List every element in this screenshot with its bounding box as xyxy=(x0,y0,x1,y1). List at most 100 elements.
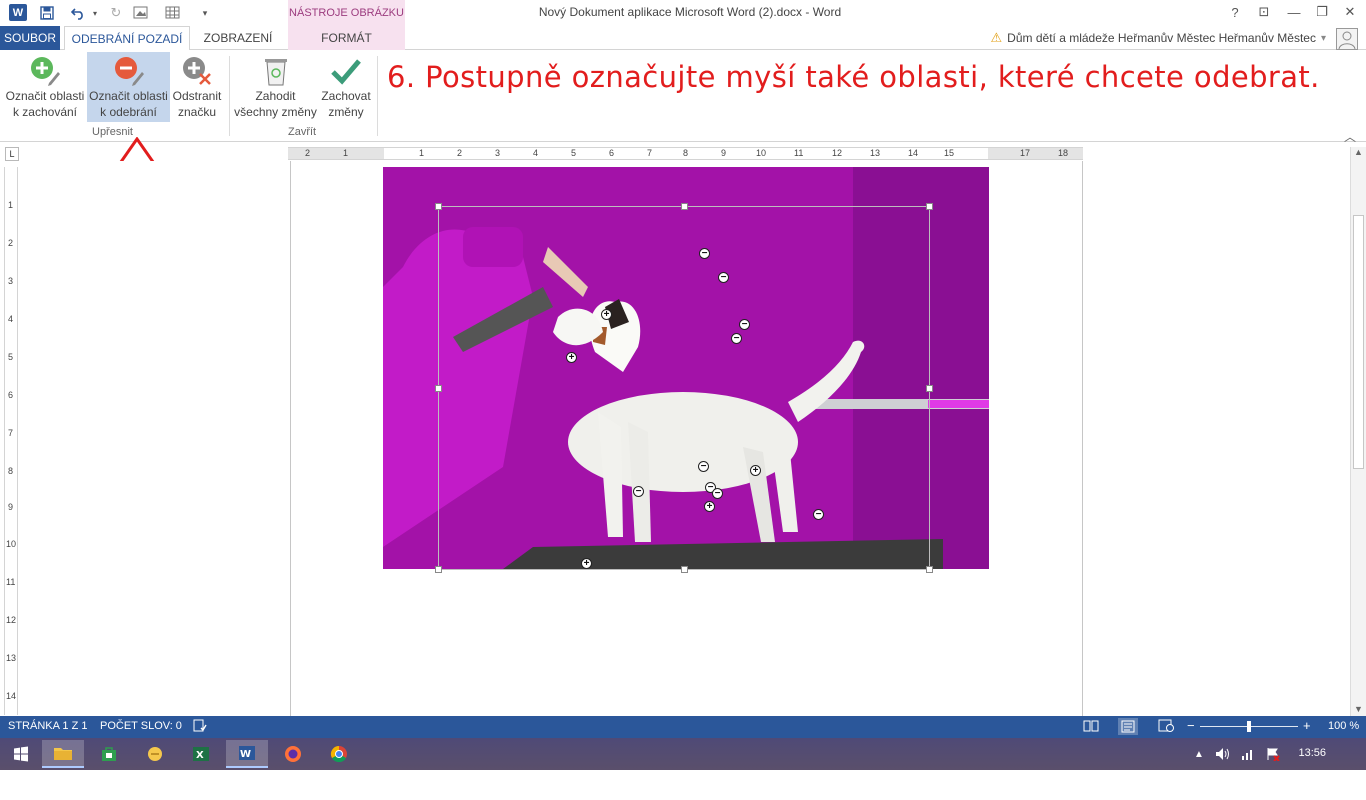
remove-mark-icon[interactable]: − xyxy=(712,488,723,499)
ruler-number: 13 xyxy=(870,148,881,158)
web-layout-icon[interactable] xyxy=(1158,719,1174,735)
save-icon[interactable] xyxy=(38,4,56,22)
help-button[interactable]: ? xyxy=(1224,3,1246,21)
scroll-down-icon[interactable]: ▼ xyxy=(1354,704,1363,714)
zoom-slider-thumb[interactable] xyxy=(1247,721,1251,732)
tab-selector[interactable]: L xyxy=(5,147,19,161)
ruler-number: 11 xyxy=(794,148,804,158)
firefox-icon[interactable] xyxy=(272,740,314,768)
ruler-number: 14 xyxy=(6,691,17,701)
selection-marquee[interactable] xyxy=(435,203,933,573)
status-bar: STRÁNKA 1 Z 1 POČET SLOV: 0 − + 100 % xyxy=(0,716,1366,738)
remove-mark-icon[interactable]: − xyxy=(699,248,710,259)
remove-mark-icon[interactable]: − xyxy=(731,333,742,344)
mark-areas-to-keep-button[interactable]: Označit oblasti k zachování xyxy=(4,52,86,122)
excel-icon[interactable]: X xyxy=(180,740,222,768)
taskbar-clock[interactable]: 13:56 xyxy=(1298,747,1326,759)
ruler-number: 8 xyxy=(8,466,14,476)
ruler-number: 3 xyxy=(495,148,501,158)
remove-mark-icon[interactable]: − xyxy=(633,486,644,497)
resize-handle[interactable] xyxy=(926,385,933,392)
table-icon[interactable] xyxy=(160,4,186,22)
ruler-number: 1 xyxy=(419,148,425,158)
ruler-number: 2 xyxy=(8,238,14,248)
show-hidden-icons-icon[interactable]: ▲ xyxy=(1189,740,1209,768)
ruler-number: 6 xyxy=(609,148,615,158)
avatar[interactable] xyxy=(1336,28,1358,50)
ruler-number: 7 xyxy=(8,428,14,438)
remove-mark-icon[interactable]: − xyxy=(813,509,824,520)
tab-remove-background[interactable]: ODEBRÁNÍ POZADÍ xyxy=(64,26,190,51)
ruler-number: 2 xyxy=(457,148,463,158)
remove-mark-icon[interactable]: − xyxy=(739,319,750,330)
picture-icon[interactable] xyxy=(128,4,154,22)
keep-mark-icon[interactable]: + xyxy=(566,352,577,363)
ruler-number: 10 xyxy=(6,539,17,549)
svg-text:W: W xyxy=(240,749,251,760)
vertical-scrollbar[interactable]: ▲ ▼ xyxy=(1350,147,1366,716)
close-button[interactable]: ✕ xyxy=(1339,3,1361,21)
ruler-number: 6 xyxy=(8,390,14,400)
resize-handle[interactable] xyxy=(926,566,933,573)
resize-handle[interactable] xyxy=(681,566,688,573)
keep-mark-icon[interactable]: + xyxy=(581,558,592,569)
network-icon[interactable] xyxy=(1237,740,1259,768)
tab-file[interactable]: SOUBOR xyxy=(0,26,60,50)
tab-view[interactable]: ZOBRAZENÍ xyxy=(196,26,280,50)
redo-icon[interactable]: ↻ xyxy=(106,4,126,22)
ribbon-display-options-button[interactable]: ⊡ xyxy=(1253,3,1275,21)
undo-dropdown-icon[interactable]: ▾ xyxy=(91,4,99,22)
vertical-ruler[interactable]: 1 2 3 4 5 6 7 8 9 10 11 12 13 14 xyxy=(4,167,18,715)
sticky-notes-icon[interactable] xyxy=(134,740,176,768)
collapse-ribbon-icon[interactable]: ︿ xyxy=(1344,128,1356,145)
remove-mark-icon[interactable]: − xyxy=(718,272,729,283)
undo-icon[interactable] xyxy=(66,4,92,22)
minimize-button[interactable]: — xyxy=(1283,3,1305,21)
ruler-number: 4 xyxy=(533,148,539,158)
horizontal-ruler[interactable]: 2 1 1 2 3 4 5 6 7 8 9 10 11 12 13 14 15 … xyxy=(288,147,1083,160)
word-app-icon[interactable]: W xyxy=(9,4,27,21)
keep-mark-icon[interactable]: + xyxy=(750,465,761,476)
zoom-in-button[interactable]: + xyxy=(1303,718,1311,733)
mark-remove-label: Označit oblasti k odebrání xyxy=(89,89,168,119)
ruler-number: 1 xyxy=(8,200,14,210)
delete-mark-button[interactable]: Odstranit značku xyxy=(171,52,223,122)
word-count[interactable]: POČET SLOV: 0 xyxy=(100,720,182,732)
resize-handle[interactable] xyxy=(435,203,442,210)
file-explorer-icon[interactable] xyxy=(42,740,84,768)
action-center-flag-icon[interactable] xyxy=(1262,740,1284,768)
zoom-out-button[interactable]: − xyxy=(1187,718,1195,733)
ruler-number: 7 xyxy=(647,148,653,158)
ruler-number: 15 xyxy=(944,148,955,158)
resize-handle[interactable] xyxy=(926,203,933,210)
keep-mark-icon[interactable]: + xyxy=(704,501,715,512)
volume-icon[interactable] xyxy=(1212,740,1234,768)
chrome-icon[interactable] xyxy=(318,740,360,768)
print-layout-icon[interactable] xyxy=(1118,718,1138,735)
ruler-margin-left xyxy=(288,148,384,159)
keep-mark-icon[interactable]: + xyxy=(601,309,612,320)
customize-qat-icon[interactable]: ▾ xyxy=(198,4,212,22)
resize-handle[interactable] xyxy=(435,566,442,573)
resize-handle[interactable] xyxy=(435,385,442,392)
keep-changes-button[interactable]: Zachovat změny xyxy=(319,52,373,122)
read-mode-icon[interactable] xyxy=(1083,719,1099,735)
ruler-number: 14 xyxy=(908,148,919,158)
page-count[interactable]: STRÁNKA 1 Z 1 xyxy=(8,720,87,732)
chevron-down-icon: ▾ xyxy=(1320,32,1326,44)
discard-all-changes-button[interactable]: Zahodit všechny změny xyxy=(233,52,318,122)
scroll-up-icon[interactable]: ▲ xyxy=(1354,147,1363,157)
tab-format[interactable]: FORMÁT xyxy=(288,26,405,50)
scroll-thumb[interactable] xyxy=(1353,215,1364,469)
proofing-icon[interactable] xyxy=(193,719,207,735)
resize-handle[interactable] xyxy=(681,203,688,210)
zoom-level[interactable]: 100 % xyxy=(1328,720,1359,732)
ruler-number: 9 xyxy=(721,148,727,158)
start-icon[interactable] xyxy=(0,740,42,768)
maximize-button[interactable]: ❐ xyxy=(1311,3,1333,21)
word-icon[interactable]: W xyxy=(226,740,268,768)
remove-mark-icon[interactable]: − xyxy=(698,461,709,472)
mark-areas-to-remove-button[interactable]: Označit oblasti k odebrání xyxy=(87,52,170,122)
store-icon[interactable] xyxy=(88,740,130,768)
account-menu[interactable]: ⚠ Dům dětí a mládeže Heřmanův Městec Heř… xyxy=(991,30,1326,46)
